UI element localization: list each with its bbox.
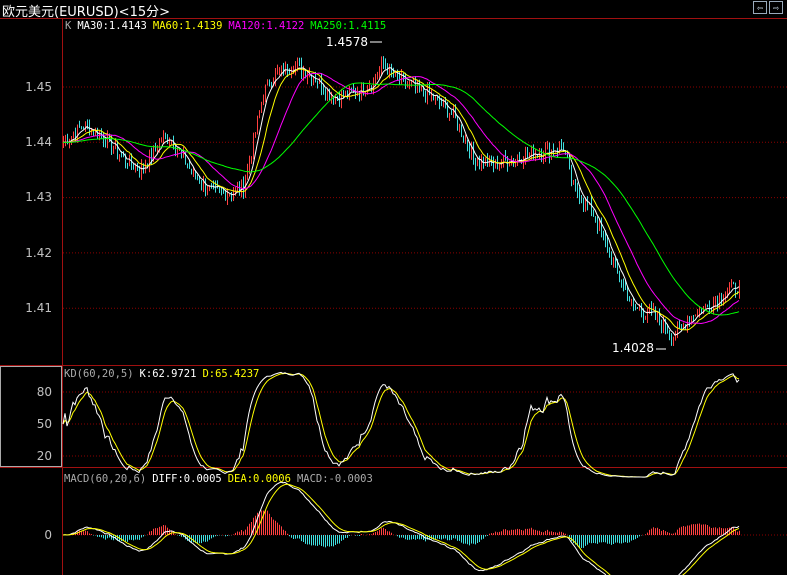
kd-y-tick: 80 <box>36 385 52 399</box>
kd-k-value: K:62.9721 <box>139 368 197 380</box>
kd-k-line <box>62 371 740 478</box>
macd-name: MACD(60,20,6) <box>64 473 147 485</box>
ma120-value: MA120:1.4122 <box>228 20 305 32</box>
ma30-value: MA30:1.4143 <box>77 20 147 32</box>
y-tick: 1.43 <box>25 190 52 204</box>
ma250-line <box>63 82 740 316</box>
kd-legend: KD(60,20,5) K:62.9721 D:65.4237 <box>64 368 265 380</box>
y-tick: 1.44 <box>25 135 52 149</box>
kd-y-tick: 20 <box>36 449 52 463</box>
ma120-line <box>62 72 740 325</box>
macd-y-tick: 0 <box>44 528 52 542</box>
kd-d-line <box>62 372 740 478</box>
k-label: K <box>65 20 72 32</box>
high-annotation: 1.4578 <box>326 35 368 49</box>
y-tick: 1.41 <box>25 301 52 315</box>
kd-y-tick: 50 <box>36 417 52 431</box>
chart-canvas[interactable] <box>0 0 787 575</box>
low-annotation: 1.4028 <box>612 341 654 355</box>
chart-window: 欧元美元(EURUSD)<15分> ⇦ ⇨ K MA30:1.4143 MA60:1… <box>0 0 787 575</box>
ma60-value: MA60:1.4139 <box>152 20 223 32</box>
macd-dea-line <box>62 483 740 575</box>
ma30-line <box>62 67 740 336</box>
macd-diff-value: DIFF:0.0005 <box>152 473 222 485</box>
kd-d-value: D:65.4237 <box>202 368 260 380</box>
kd-name: KD(60,20,5) <box>64 368 134 380</box>
ma60-line <box>62 68 740 331</box>
ma250-value: MA250:1.4115 <box>310 20 387 32</box>
macd-diff-line <box>62 481 740 575</box>
main-legend: K MA30:1.4143 MA60:1.4139 MA120:1.4122 MA250… <box>65 20 392 32</box>
macd-legend: MACD(60,20,6) DIFF:0.0005 DEA:0.0006 MACD:-… <box>64 473 379 485</box>
macd-macd-value: MACD:-0.0003 <box>296 473 373 485</box>
y-tick: 1.45 <box>25 80 52 94</box>
macd-dea-value: DEA:0.0006 <box>227 473 291 485</box>
y-tick: 1.42 <box>25 246 52 260</box>
